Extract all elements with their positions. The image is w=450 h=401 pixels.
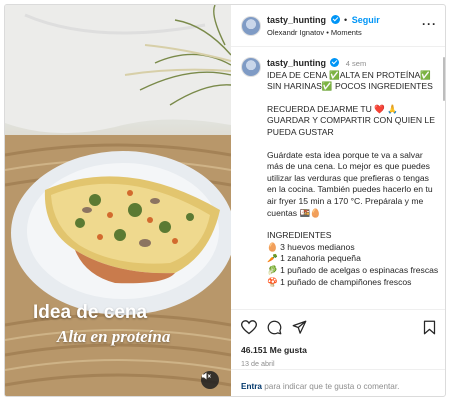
post-side-panel: tasty_hunting • Seguir Olexandr Ignatov …: [231, 5, 445, 396]
audio-attribution[interactable]: Olexandr Ignatov • Moments: [267, 28, 362, 37]
caption-body: tasty_hunting 4 sem IDEA DE CENA ✅ALTA E…: [267, 58, 439, 288]
header-separator: •: [344, 15, 348, 25]
bookmark-icon[interactable]: [423, 320, 436, 335]
caption-section: tasty_hunting 4 sem IDEA DE CENA ✅ALTA E…: [231, 47, 445, 309]
send-icon[interactable]: [292, 320, 307, 335]
post-date[interactable]: 13 de abril: [241, 359, 275, 368]
video-caption-subtitle: Alta en proteína: [57, 327, 171, 346]
comment-icon[interactable]: [267, 320, 282, 335]
login-prompt: Entra para indicar que te gusta o coment…: [231, 369, 445, 396]
ingredient-item: 🥕 1 zanahoria pequeña: [267, 253, 361, 264]
instagram-post: Idea de cena Alta en proteína tasty_hunt…: [4, 4, 446, 397]
caption-line-description: Guárdate esta idea porque te va a salvar…: [267, 149, 433, 218]
caption-scrollbar[interactable]: [443, 57, 445, 101]
post-actions: 46.151 Me gusta 13 de abril: [231, 309, 445, 368]
ingredient-item: 🍄 1 puñado de champiñones frescos: [267, 276, 412, 287]
speaker-muted-icon[interactable]: [201, 371, 219, 389]
caption-line-title: IDEA DE CENA ✅ALTA EN PROTEÍNA✅ SIN HARI…: [267, 69, 433, 92]
caption-line-cta: RECUERDA DEJARME TU ❤️ 🙏 GUARDAR Y COMPA…: [267, 103, 435, 137]
login-prompt-text: Entra para indicar que te gusta o coment…: [241, 382, 399, 391]
login-prompt-suffix: para indicar que te gusta o comentar.: [261, 382, 400, 391]
avatar[interactable]: [241, 16, 261, 36]
caption-verified-icon: [330, 58, 340, 67]
caption-line-ingredients-heading: INGREDIENTES: [267, 230, 332, 241]
heart-icon[interactable]: [241, 320, 257, 335]
ingredient-item: 🥚 3 huevos medianos: [267, 241, 355, 252]
caption-username[interactable]: tasty_hunting: [267, 58, 326, 68]
post-media-video[interactable]: Idea de cena Alta en proteína: [5, 5, 231, 396]
verified-badge-icon: [330, 15, 340, 24]
caption-time[interactable]: 4 sem: [346, 59, 366, 68]
post-header: tasty_hunting • Seguir Olexandr Ignatov …: [231, 5, 445, 47]
author-username[interactable]: tasty_hunting: [267, 15, 326, 25]
ingredient-item: 🥬 1 puñado de acelgas o espinacas fresca…: [267, 264, 439, 275]
ellipsis-icon[interactable]: ···: [422, 17, 437, 31]
video-caption-title: Idea de cena: [33, 302, 148, 323]
like-count[interactable]: 46.151 Me gusta: [241, 345, 307, 355]
login-link[interactable]: Entra: [241, 382, 262, 391]
caption-avatar[interactable]: [241, 57, 261, 77]
follow-button[interactable]: Seguir: [352, 15, 380, 25]
